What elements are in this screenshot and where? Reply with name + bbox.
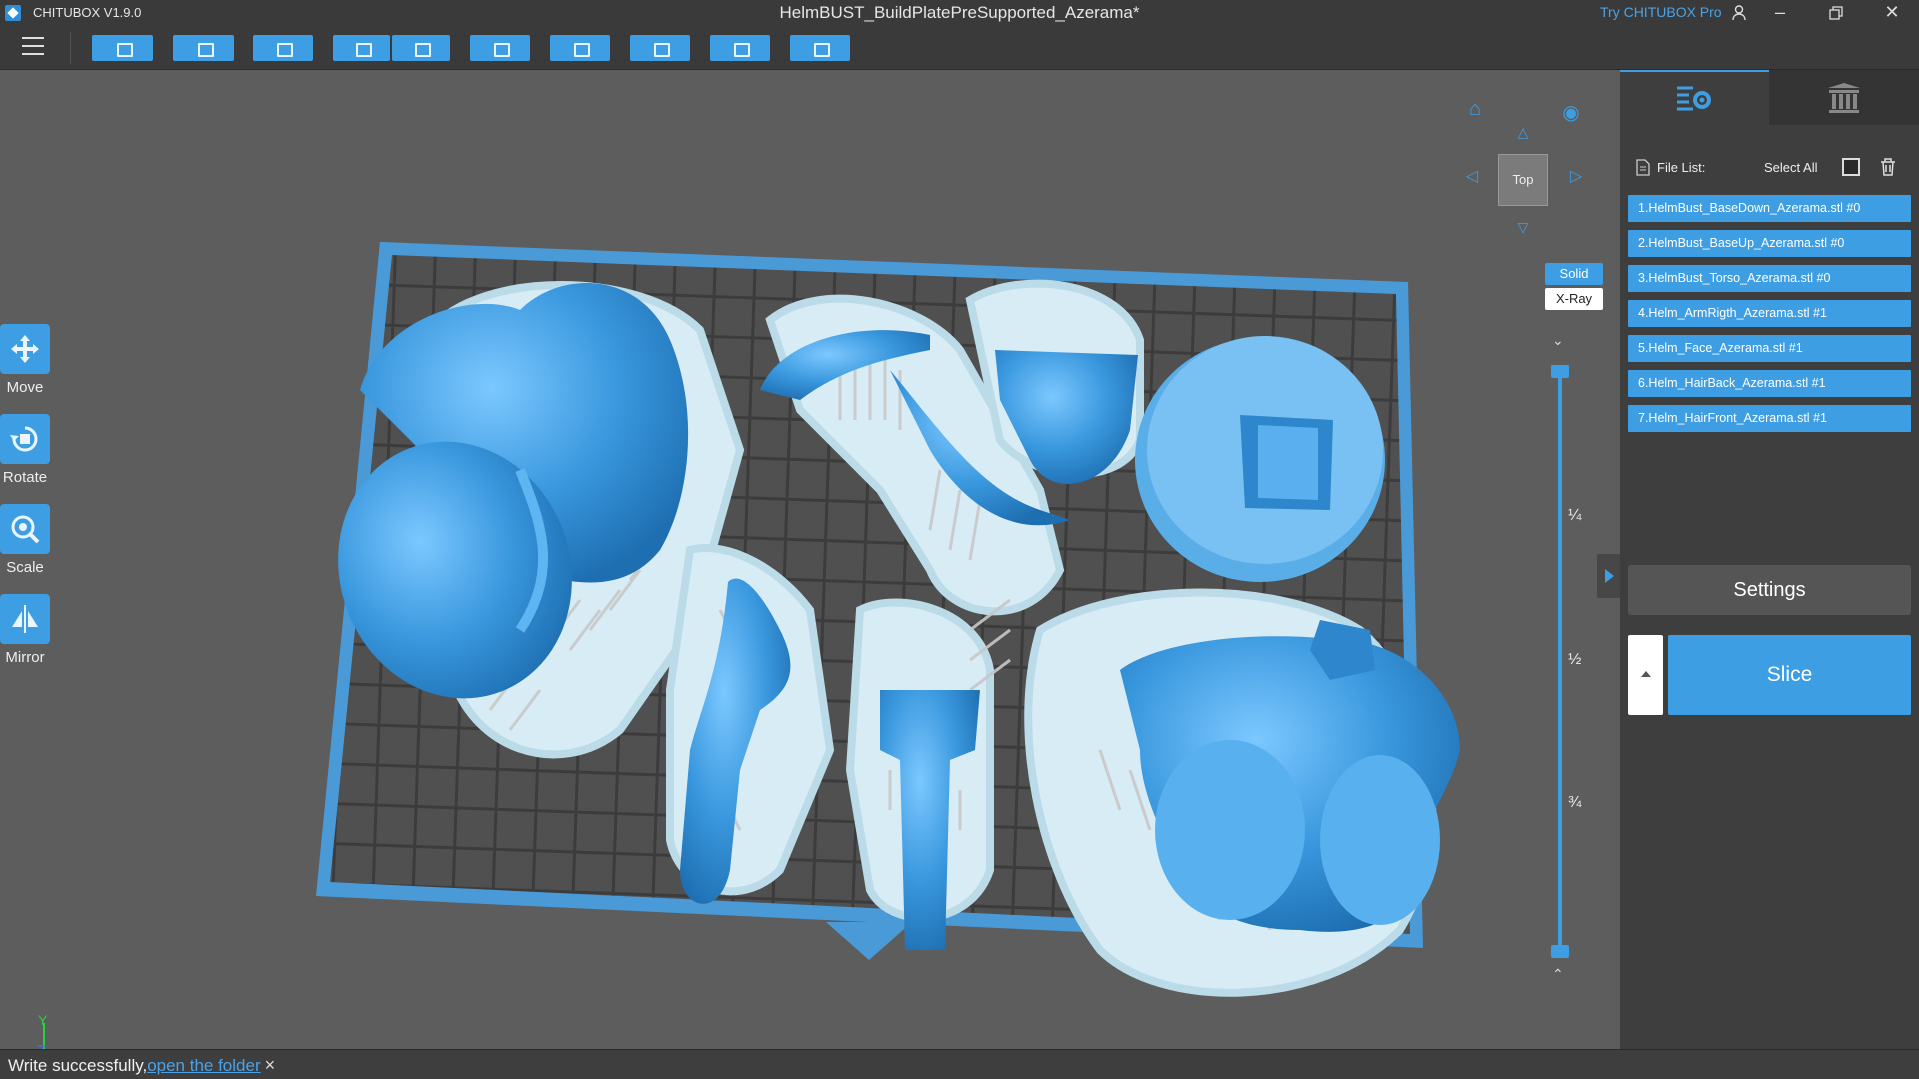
file-list-header: File List: Select All	[1632, 158, 1912, 178]
panel-toggle-arrow-icon[interactable]	[1597, 554, 1620, 598]
mirror-icon[interactable]	[0, 594, 50, 644]
scale-icon[interactable]	[0, 504, 50, 554]
layer-slider-bottom-handle[interactable]	[1551, 945, 1569, 958]
build-plate-scene[interactable]	[0, 70, 1620, 1049]
settings-button[interactable]: Settings	[1628, 565, 1911, 615]
view-up-icon[interactable]: △	[1508, 124, 1538, 141]
library-columns-icon	[1828, 83, 1860, 113]
view-cube[interactable]: Top	[1498, 154, 1548, 206]
select-all-label: Select All	[1764, 160, 1818, 175]
arrange-button[interactable]	[550, 35, 610, 61]
close-window-icon[interactable]: ✕	[1870, 0, 1914, 26]
view-left-icon[interactable]: ◁	[1457, 166, 1487, 186]
user-icon[interactable]	[1717, 0, 1761, 26]
eye-icon[interactable]: ◉	[1556, 100, 1586, 125]
main-toolbar	[0, 26, 1919, 70]
scale-label: Scale	[6, 559, 44, 576]
axis-z-label: Z	[37, 1042, 46, 1049]
file-list-item[interactable]: 5.Helm_Face_Azerama.stl #1	[1628, 335, 1911, 362]
mirror-tool[interactable]: Mirror	[0, 594, 50, 666]
layer-fraction-quarter: ¼	[1568, 507, 1582, 524]
axis-y-label: Y	[38, 1015, 48, 1028]
status-text: Write successfully,	[8, 1056, 148, 1075]
3d-viewport[interactable]: Move Rotate Scale Mirror ⌂ △ ◉ ◁ Top ▷ ▽	[0, 70, 1620, 1049]
file-list-label: File List:	[1657, 160, 1706, 175]
file-list-item[interactable]: 3.HelmBust_Torso_Azerama.stl #0	[1628, 265, 1911, 292]
select-all-checkbox[interactable]	[1842, 158, 1860, 176]
tab-model-settings[interactable]	[1620, 70, 1769, 125]
layer-slider-top-handle[interactable]	[1551, 365, 1569, 378]
layer-slider-track[interactable]	[1558, 372, 1562, 956]
try-pro-link[interactable]: Try CHITUBOX Pro	[1600, 4, 1722, 20]
solid-mode-button[interactable]: Solid	[1545, 263, 1603, 285]
layer-fraction-half: ½	[1568, 651, 1582, 668]
clipboard-button[interactable]	[470, 35, 530, 61]
model-torso[interactable]	[1120, 620, 1460, 932]
layer-fraction-three-quarters: ¾	[1568, 794, 1582, 811]
file-list-item[interactable]: 7.Helm_HairFront_Azerama.stl #1	[1628, 405, 1911, 432]
view-down-icon[interactable]: ▽	[1508, 219, 1538, 236]
view-right-icon[interactable]: ▷	[1561, 166, 1591, 186]
file-list-item[interactable]: 1.HelmBust_BaseDown_Azerama.stl #0	[1628, 195, 1911, 222]
mirror-label: Mirror	[5, 649, 45, 666]
view-fit-button[interactable]	[253, 35, 313, 61]
rotate-icon[interactable]	[0, 414, 50, 464]
undo-button[interactable]	[333, 35, 390, 61]
hollow-button[interactable]	[710, 35, 770, 61]
minimize-icon[interactable]: –	[1758, 0, 1802, 26]
tab-printer-library[interactable]	[1769, 70, 1919, 125]
file-list-item[interactable]: 6.Helm_HairBack_Azerama.stl #1	[1628, 370, 1911, 397]
chitubox-window: CHITUBOX V1.9.0 HelmBUST_BuildPlatePreSu…	[0, 0, 1919, 1079]
rotate-label: Rotate	[2, 469, 48, 486]
right-panel: File List: Select All 1.HelmBust_BaseDow…	[1620, 70, 1919, 1049]
xray-mode-button[interactable]: X-Ray	[1545, 288, 1603, 310]
file-list-item[interactable]: 4.Helm_ArmRigth_Azerama.stl #1	[1628, 300, 1911, 327]
file-list-icon	[1636, 159, 1650, 176]
open-folder-link[interactable]: open the folder	[147, 1056, 260, 1075]
drain-hole-button[interactable]	[790, 35, 850, 61]
slice-button[interactable]: Slice	[1668, 635, 1911, 715]
open-file-button[interactable]	[92, 35, 153, 61]
rotate-tool[interactable]: Rotate	[0, 414, 50, 486]
move-icon[interactable]	[0, 324, 50, 374]
slice-options-toggle[interactable]	[1628, 635, 1663, 715]
model-base-up[interactable]	[1135, 336, 1385, 582]
home-view-icon[interactable]: ⌂	[1460, 98, 1490, 121]
redo-button[interactable]	[392, 35, 450, 61]
restore-icon[interactable]	[1814, 0, 1858, 26]
save-button[interactable]	[173, 35, 234, 61]
move-label: Move	[6, 379, 44, 396]
status-bar: Write successfully,open the folder ×	[0, 1049, 1919, 1079]
status-message: Write successfully,open the folder ×	[8, 1055, 275, 1076]
axis-gizmo: Y X Z	[37, 1015, 48, 1049]
dismiss-status-icon[interactable]: ×	[265, 1055, 276, 1075]
file-list-item[interactable]: 2.HelmBust_BaseUp_Azerama.stl #0	[1628, 230, 1911, 257]
toolbar-divider	[70, 32, 71, 64]
move-tool[interactable]: Move	[0, 324, 50, 396]
trash-icon[interactable]	[1880, 158, 1896, 176]
layer-slider-expand-icon[interactable]: ⌃	[1552, 966, 1564, 983]
hamburger-menu-icon[interactable]	[22, 37, 44, 57]
scale-tool[interactable]: Scale	[0, 504, 50, 576]
title-bar: CHITUBOX V1.9.0 HelmBUST_BuildPlatePreSu…	[0, 0, 1919, 26]
layer-slider-collapse-icon[interactable]: ⌄	[1552, 332, 1564, 349]
support-button[interactable]	[630, 35, 690, 61]
settings-list-icon	[1677, 86, 1711, 111]
